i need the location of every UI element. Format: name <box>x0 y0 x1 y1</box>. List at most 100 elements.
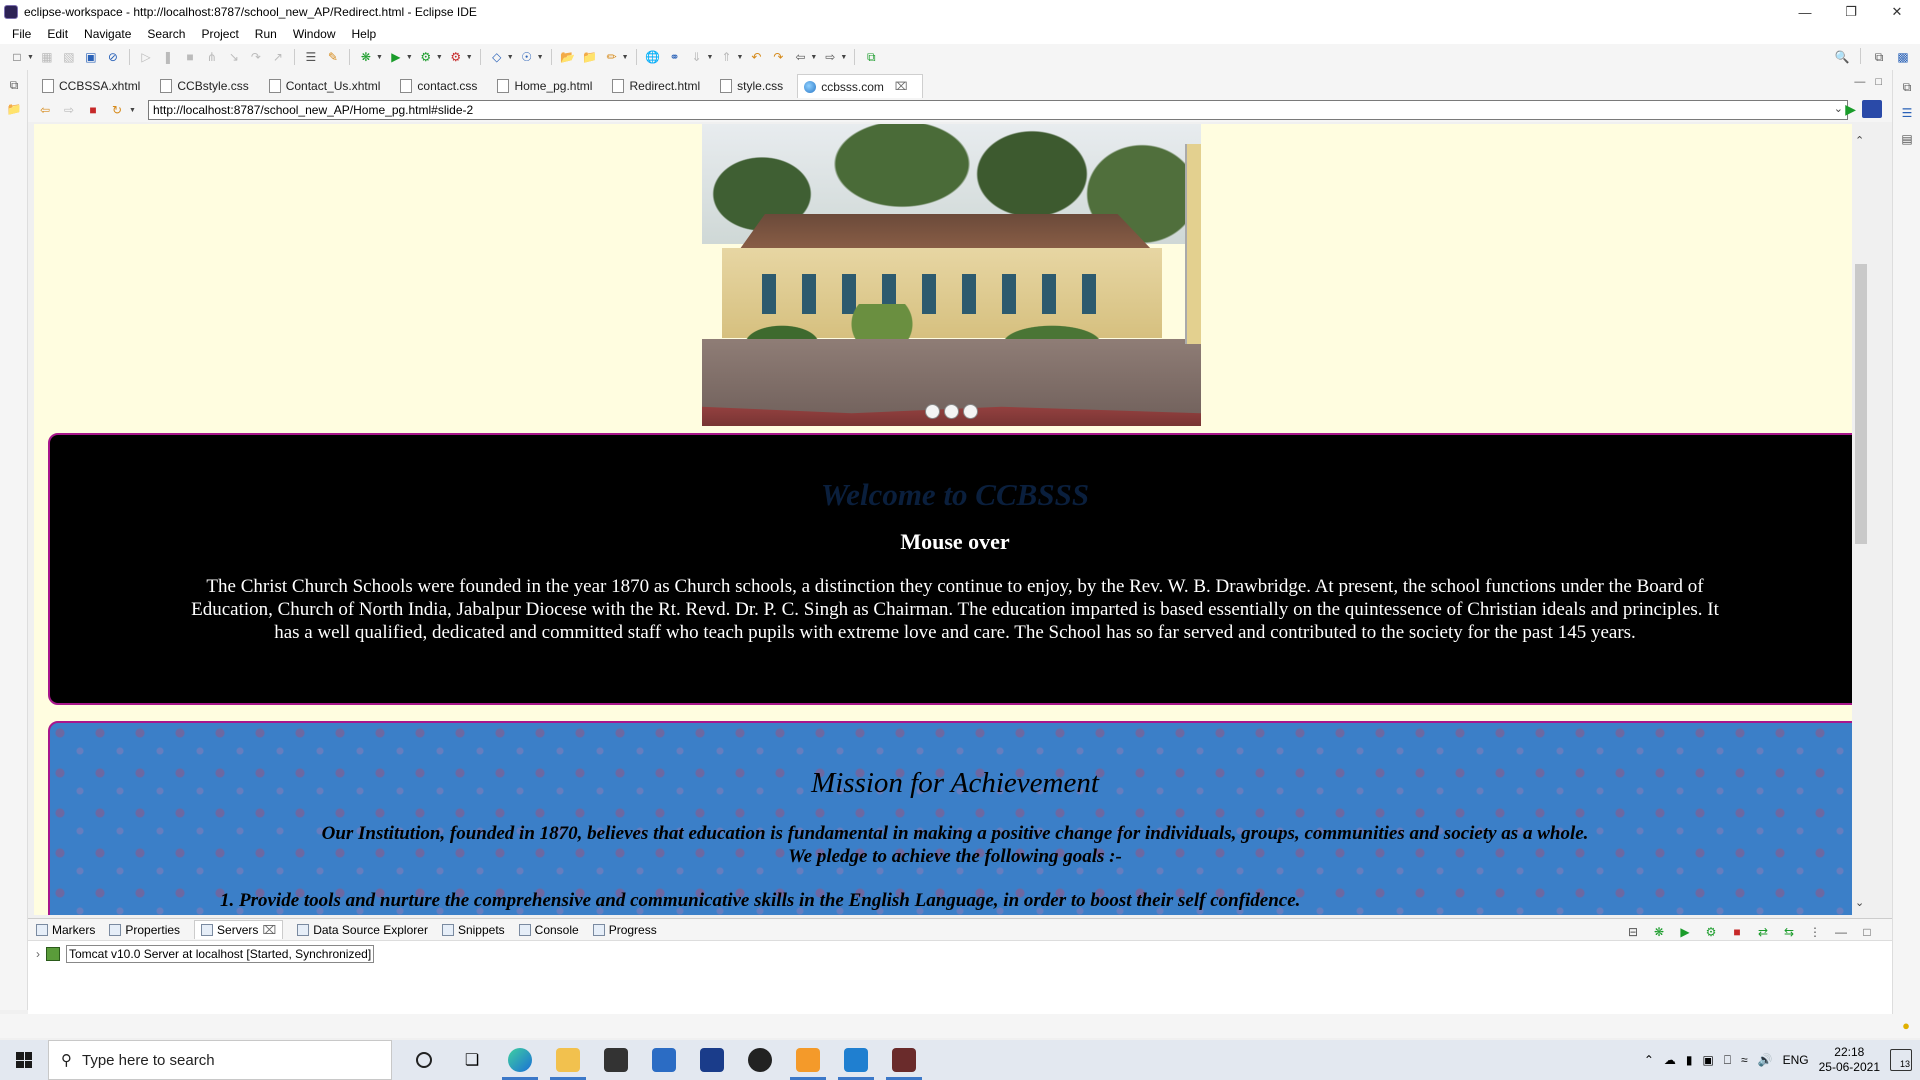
scroll-up-icon[interactable]: ⌃ <box>1855 134 1864 147</box>
menu-window[interactable]: Window <box>285 27 344 41</box>
slider-dot[interactable] <box>925 404 940 419</box>
menu-help[interactable]: Help <box>344 27 385 41</box>
tab-data-source-explorer[interactable]: Data Source Explorer <box>297 923 428 937</box>
tip-icon[interactable]: ● <box>1902 1018 1910 1033</box>
previous-annotation-icon[interactable]: ⇑ <box>717 48 735 66</box>
slider-dot[interactable] <box>963 404 978 419</box>
language-indicator[interactable]: ENG <box>1783 1053 1809 1067</box>
last-edit-icon[interactable]: ↶ <box>747 48 765 66</box>
show-hidden-icons-icon[interactable]: ⌃ <box>1644 1053 1654 1067</box>
app-window-icon[interactable] <box>784 1040 832 1080</box>
editor-tab[interactable]: Contact_Us.xhtml <box>263 74 395 98</box>
start-server-icon[interactable]: ▶ <box>1676 923 1694 941</box>
volume-icon[interactable]: 🔊 <box>1758 1053 1773 1067</box>
open-type-icon[interactable]: 📂 <box>559 48 577 66</box>
pin-editor-icon[interactable]: ⧉ <box>862 48 880 66</box>
go-icon[interactable]: ▶ <box>1845 101 1856 118</box>
task-view-icon[interactable]: ❏ <box>448 1040 496 1080</box>
toggle-breadcrumb-icon[interactable]: ☰ <box>302 48 320 66</box>
menu-run[interactable]: Run <box>247 27 285 41</box>
usb-icon[interactable]: ⎕ <box>1724 1053 1731 1068</box>
editor-tab[interactable]: Home_pg.html <box>491 74 606 98</box>
back-arrow-icon[interactable]: ⇦ <box>36 101 54 119</box>
menu-edit[interactable]: Edit <box>39 27 76 41</box>
taskbar-search[interactable]: ⚲ Type here to search <box>48 1040 392 1080</box>
terminate-icon[interactable]: ■ <box>181 48 199 66</box>
xbox-icon[interactable] <box>736 1040 784 1080</box>
minimize-button[interactable]: — <box>1782 0 1828 24</box>
new-icon[interactable]: □ <box>8 48 26 66</box>
step-over-icon[interactable]: ↷ <box>247 48 265 66</box>
web-browser-icon[interactable]: 🌐 <box>644 48 662 66</box>
run-icon[interactable]: ▶ <box>387 48 405 66</box>
tab-markers[interactable]: Markers <box>36 923 95 937</box>
open-perspective-icon[interactable]: ⧉ <box>1870 48 1888 66</box>
maximize-button[interactable]: ❐ <box>1828 0 1874 24</box>
expand-chevron-icon[interactable]: › <box>36 947 40 961</box>
url-input[interactable]: http://localhost:8787/school_new_AP/Home… <box>148 100 1848 120</box>
forward-icon[interactable]: ⇨ <box>821 48 839 66</box>
step-return-icon[interactable]: ↗ <box>269 48 287 66</box>
suspend-icon[interactable]: ❚ <box>159 48 177 66</box>
last-edit-location-icon[interactable]: ↷ <box>769 48 787 66</box>
outline-icon[interactable]: ☰ <box>1898 104 1916 122</box>
stop-icon[interactable]: ■ <box>84 101 102 119</box>
close-tab-icon[interactable]: ⌧ <box>262 923 276 937</box>
external-browser-icon[interactable] <box>1862 100 1882 118</box>
editor-tab[interactable]: Redirect.html <box>606 74 714 98</box>
new-server-icon[interactable]: ◇ <box>488 48 506 66</box>
slider-dot[interactable] <box>944 404 959 419</box>
editor-app-icon[interactable] <box>688 1040 736 1080</box>
close-tab-icon[interactable]: ⌧ <box>895 80 908 93</box>
toggle-mark-icon[interactable]: ✎ <box>324 48 342 66</box>
scroll-down-icon[interactable]: ⌄ <box>1855 896 1864 909</box>
collapse-icon[interactable]: ⊟ <box>1624 923 1642 941</box>
refresh-icon[interactable]: ↻ <box>108 101 126 119</box>
eclipse-taskbar-icon[interactable] <box>880 1040 928 1080</box>
stop-server-icon[interactable]: ■ <box>1728 923 1746 941</box>
server-row[interactable]: › Tomcat v10.0 Server at localhost [Star… <box>36 945 1892 963</box>
external-tools-icon[interactable]: ⚙ <box>447 48 465 66</box>
back-icon[interactable]: ⇦ <box>791 48 809 66</box>
editor-tab[interactable]: contact.css <box>394 74 491 98</box>
save-all-icon[interactable]: ▧ <box>60 48 78 66</box>
editor-tab[interactable]: CCBSSA.xhtml <box>36 74 154 98</box>
java-ee-perspective-icon[interactable]: ▩ <box>1894 48 1912 66</box>
onedrive-icon[interactable]: ☁ <box>1664 1053 1676 1067</box>
debug-server-icon[interactable]: ❋ <box>1650 923 1668 941</box>
link-icon[interactable]: ⚭ <box>666 48 684 66</box>
clean-icon[interactable]: ⇆ <box>1780 923 1798 941</box>
editor-tab[interactable]: CCBstyle.css <box>154 74 262 98</box>
save-icon[interactable]: ▦ <box>38 48 56 66</box>
tab-snippets[interactable]: Snippets <box>441 923 505 937</box>
tab-console[interactable]: Console <box>518 923 579 937</box>
view-menu-icon[interactable]: ⋮ <box>1806 923 1824 941</box>
project-explorer-icon[interactable]: 📁 <box>5 100 23 118</box>
disconnect-icon[interactable]: ⋔ <box>203 48 221 66</box>
mail-icon[interactable] <box>640 1040 688 1080</box>
task-list-icon[interactable]: ▤ <box>1898 130 1916 148</box>
profile-server-icon[interactable]: ⚙ <box>1702 923 1720 941</box>
maximize-editor-icon[interactable]: □ <box>1875 76 1882 88</box>
restore-icon[interactable]: ⧉ <box>5 76 23 94</box>
minimize-panel-icon[interactable]: — <box>1832 923 1850 941</box>
close-button[interactable]: ✕ <box>1874 0 1920 24</box>
notification-icon[interactable]: 13 <box>1890 1049 1912 1071</box>
chevron-down-icon[interactable]: ⌄ <box>1834 102 1843 115</box>
vscode-icon[interactable] <box>832 1040 880 1080</box>
menu-file[interactable]: File <box>4 27 39 41</box>
search-tool-icon[interactable]: ✏ <box>603 48 621 66</box>
cortana-icon[interactable] <box>400 1040 448 1080</box>
editor-tab-active[interactable]: ccbsss.com ⌧ <box>797 74 923 98</box>
run-server-icon[interactable]: ⚙ <box>417 48 435 66</box>
tab-progress[interactable]: Progress <box>592 923 657 937</box>
minimize-editor-icon[interactable]: — <box>1854 76 1865 88</box>
menu-navigate[interactable]: Navigate <box>76 27 139 41</box>
edge-icon[interactable] <box>496 1040 544 1080</box>
menu-search[interactable]: Search <box>139 27 193 41</box>
maximize-panel-icon[interactable]: □ <box>1858 923 1876 941</box>
editor-tab[interactable]: style.css <box>714 74 797 98</box>
next-annotation-icon[interactable]: ⇓ <box>688 48 706 66</box>
tab-properties[interactable]: Properties <box>109 923 180 937</box>
resume-icon[interactable]: ▷ <box>137 48 155 66</box>
